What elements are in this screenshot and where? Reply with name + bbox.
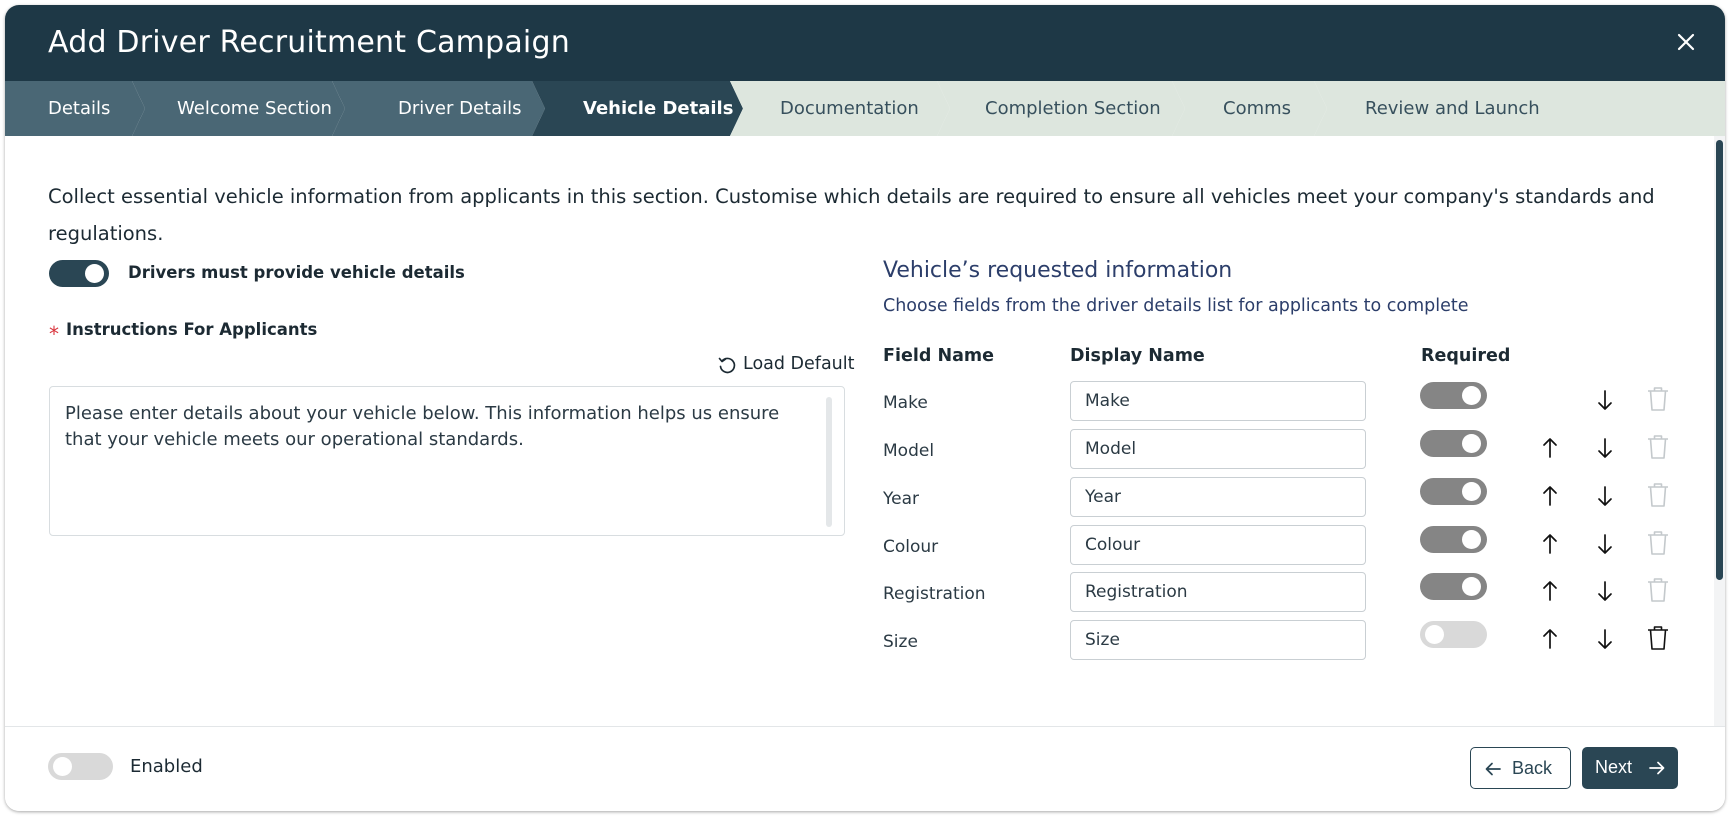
move-up-icon[interactable] (1536, 625, 1564, 653)
display-name-input[interactable] (1070, 381, 1366, 421)
field-row-year: Year (5, 477, 1715, 525)
modal-title: Add Driver Recruitment Campaign (48, 25, 570, 60)
required-toggle[interactable] (1420, 478, 1487, 505)
column-header-required: Required (1421, 346, 1511, 366)
move-down-icon[interactable] (1591, 577, 1619, 605)
field-name: Size (883, 632, 918, 652)
arrow-left-icon (1485, 762, 1501, 776)
step-documentation[interactable]: Documentation (780, 81, 919, 136)
field-name: Registration (883, 584, 986, 604)
field-row-make: Make (5, 381, 1715, 429)
display-name-input[interactable] (1070, 572, 1366, 612)
modal-header: Add Driver Recruitment Campaign (5, 5, 1725, 81)
campaign-enabled-label: Enabled (130, 756, 203, 777)
display-name-input[interactable] (1070, 620, 1366, 660)
next-button-label: Next (1595, 757, 1633, 777)
undo-icon (718, 357, 736, 374)
move-up-icon[interactable] (1536, 482, 1564, 510)
content-scrollbar[interactable] (1716, 140, 1723, 580)
campaign-modal: Add Driver Recruitment Campaign Details W… (5, 5, 1725, 811)
move-down-icon[interactable] (1591, 482, 1619, 510)
trash-icon (1645, 385, 1671, 413)
display-name-input[interactable] (1070, 477, 1366, 517)
instructions-label: Instructions For Applicants (66, 320, 318, 339)
required-toggle[interactable] (1420, 382, 1487, 409)
field-row-size: Size (5, 620, 1715, 668)
campaign-enabled-toggle[interactable] (48, 753, 113, 780)
column-header-field-name: Field Name (883, 346, 994, 366)
required-toggle[interactable] (1420, 526, 1487, 553)
step-comms[interactable]: Comms (1223, 81, 1291, 136)
display-name-input[interactable] (1070, 525, 1366, 565)
field-name: Model (883, 441, 935, 461)
load-default-label: Load Default (743, 354, 855, 374)
step-welcome-section[interactable]: Welcome Section (177, 81, 332, 136)
move-down-icon[interactable] (1591, 530, 1619, 558)
trash-icon (1645, 433, 1671, 461)
required-toggle[interactable] (1420, 573, 1487, 600)
required-toggle[interactable] (1420, 430, 1487, 457)
vehicle-details-toggle-label: Drivers must provide vehicle details (128, 263, 465, 282)
step-driver-details[interactable]: Driver Details (398, 81, 522, 136)
trash-icon (1645, 529, 1671, 557)
requested-info-subtitle: Choose fields from the driver details li… (883, 296, 1469, 316)
trash-icon (1645, 481, 1671, 509)
vehicle-details-toggle[interactable] (49, 260, 109, 287)
display-name-input[interactable] (1070, 429, 1366, 469)
requested-info-title: Vehicle’s requested information (883, 258, 1233, 283)
move-down-icon[interactable] (1591, 386, 1619, 414)
modal-footer: Enabled Back Next (5, 726, 1725, 811)
step-details[interactable]: Details (48, 81, 110, 136)
move-up-icon[interactable] (1536, 577, 1564, 605)
wizard-stepper: Details Welcome Section Driver Details Vehi… (5, 81, 1725, 136)
field-name: Make (883, 393, 928, 413)
field-row-model: Model (5, 429, 1715, 477)
trash-icon (1645, 576, 1671, 604)
intro-text: Collect essential vehicle information fr… (48, 185, 1655, 245)
field-name: Colour (883, 537, 939, 557)
step-review-and-launch[interactable]: Review and Launch (1365, 81, 1540, 136)
move-up-icon[interactable] (1536, 530, 1564, 558)
step-vehicle-details[interactable]: Vehicle Details (583, 81, 733, 136)
back-button-label: Back (1512, 758, 1553, 778)
close-icon[interactable] (1671, 27, 1701, 57)
move-down-icon[interactable] (1591, 434, 1619, 462)
required-toggle[interactable] (1420, 621, 1487, 648)
arrow-right-icon (1649, 761, 1665, 775)
column-header-display-name: Display Name (1070, 346, 1205, 366)
vehicle-details-panel: Collect essential vehicle information fr… (5, 136, 1715, 726)
required-asterisk: * (49, 322, 59, 346)
field-name: Year (883, 489, 919, 509)
next-button[interactable]: Next (1582, 747, 1678, 789)
step-completion-section[interactable]: Completion Section (985, 81, 1161, 136)
back-button[interactable]: Back (1470, 747, 1571, 789)
move-up-icon[interactable] (1536, 434, 1564, 462)
field-row-colour: Colour (5, 525, 1715, 573)
move-down-icon[interactable] (1591, 625, 1619, 653)
trash-icon[interactable] (1645, 624, 1671, 652)
field-row-registration: Registration (5, 572, 1715, 620)
